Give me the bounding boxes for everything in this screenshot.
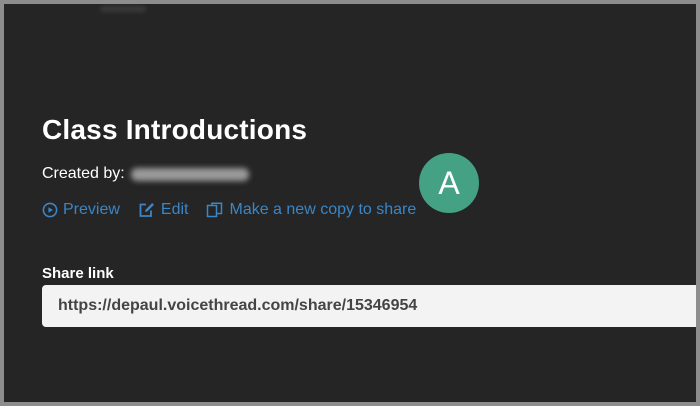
action-links: Preview Edit Make a new copy to share	[42, 201, 434, 219]
created-by-name-redacted	[130, 167, 249, 181]
share-link-label: Share link	[42, 265, 114, 282]
page-title: Class Introductions	[42, 114, 308, 145]
preview-link-label: Preview	[63, 201, 120, 218]
created-by-label: Created by:	[42, 165, 125, 182]
copy-icon	[207, 202, 223, 218]
preview-link[interactable]: Preview	[42, 201, 120, 219]
created-by: Created by:	[42, 165, 249, 183]
copy-link-label: Make a new copy to share	[229, 201, 417, 218]
play-circle-icon	[42, 202, 58, 218]
edit-icon	[139, 203, 154, 217]
share-link-field[interactable]	[42, 285, 696, 327]
copy-link[interactable]: Make a new copy to share	[206, 201, 416, 219]
voicethread-panel: Class Introductions Created by: Preview …	[0, 0, 700, 406]
edit-link[interactable]: Edit	[138, 201, 189, 219]
blurred-header-fragment	[100, 6, 146, 12]
edit-link-label: Edit	[160, 201, 189, 218]
callout-badge: A	[419, 153, 479, 213]
